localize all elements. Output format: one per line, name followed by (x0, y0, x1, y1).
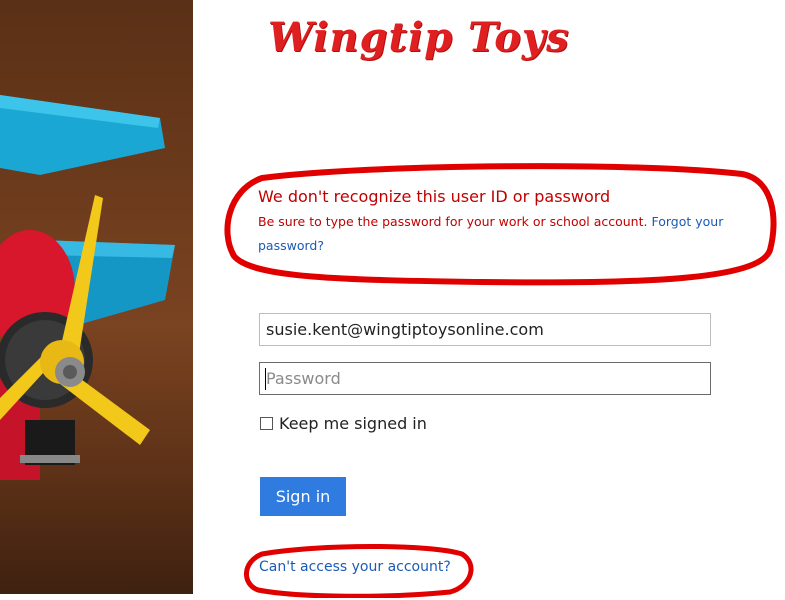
cant-access-account-link[interactable]: Can't access your account? (259, 559, 451, 575)
keep-signed-in-label: Keep me signed in (279, 414, 427, 433)
username-field[interactable] (259, 313, 711, 346)
error-detail: Be sure to type the password for your wo… (258, 210, 758, 258)
sign-in-button[interactable]: Sign in (260, 477, 346, 516)
wingtip-toys-logo: Wingtip Toys (268, 14, 570, 61)
toy-airplane-photo (0, 0, 193, 594)
keep-signed-in-checkbox[interactable] (260, 417, 273, 430)
text-cursor (265, 368, 266, 390)
password-field[interactable] (259, 362, 711, 395)
error-message: We don't recognize this user ID or passw… (258, 186, 758, 258)
error-title: We don't recognize this user ID or passw… (258, 187, 611, 206)
keep-signed-in[interactable]: Keep me signed in (260, 414, 427, 433)
error-detail-text: Be sure to type the password for your wo… (258, 214, 648, 229)
